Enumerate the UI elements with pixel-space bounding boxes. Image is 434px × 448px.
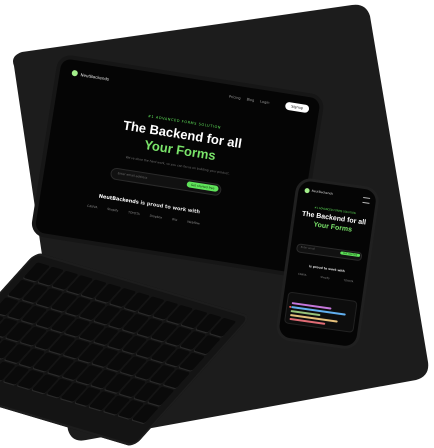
partner-logo: CANVA bbox=[297, 272, 307, 277]
nav-link-login[interactable]: Login bbox=[260, 100, 270, 105]
phone-brand-name[interactable]: NeutBackends bbox=[311, 189, 333, 196]
partner-logo: TOYOTA bbox=[127, 210, 141, 217]
nav-links: Pricing Blog Login bbox=[229, 95, 270, 105]
partner-logo: TOYOTA bbox=[343, 279, 354, 284]
phone-nav: NeutBackends bbox=[304, 187, 371, 204]
phone-brand-logo-icon bbox=[304, 187, 310, 194]
nav-link-pricing[interactable]: Pricing bbox=[229, 95, 241, 101]
brand-logo-icon bbox=[71, 69, 79, 77]
partner-logo: Dropbox bbox=[149, 213, 163, 220]
hamburger-menu-icon[interactable] bbox=[362, 196, 371, 204]
nav-link-blog[interactable]: Blog bbox=[246, 97, 254, 102]
phone-email-input[interactable]: Enter email bbox=[300, 246, 315, 251]
phone-email-form: Enter email Get started bbox=[295, 243, 363, 262]
partners-heading: NeutBackends is proud to work with bbox=[98, 193, 200, 215]
partner-logo: Shopify bbox=[320, 275, 330, 281]
brand-name[interactable]: NeutBackends bbox=[80, 72, 109, 81]
partner-logo: Shopify bbox=[106, 206, 119, 213]
partner-logo: CANVA bbox=[86, 203, 98, 210]
partner-logo: Wix bbox=[171, 217, 178, 223]
email-input[interactable]: Enter email address bbox=[117, 171, 147, 180]
partners-heading-brand: NeutBackends bbox=[98, 193, 140, 206]
phone-get-started-button[interactable]: Get started bbox=[339, 251, 361, 258]
signup-button[interactable]: Signup bbox=[284, 101, 310, 114]
code-snippet-window bbox=[283, 291, 358, 333]
get-started-button[interactable]: Get started free bbox=[186, 181, 219, 193]
partner-logo: Webflow bbox=[186, 219, 201, 226]
